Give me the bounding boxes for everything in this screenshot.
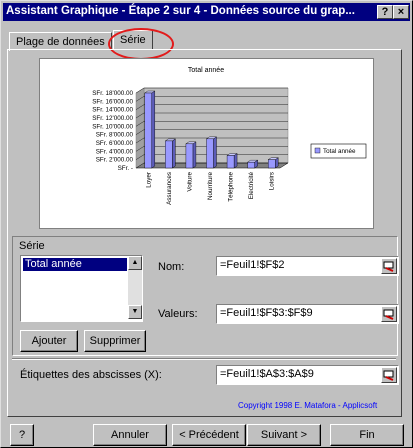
bar-side (192, 141, 197, 169)
y-tick-label: SFr. - (118, 165, 133, 172)
range-select-icon[interactable] (381, 367, 397, 383)
bar (226, 155, 235, 169)
bar (165, 140, 173, 169)
legend-label: Total année (323, 148, 356, 155)
values-label: Valeurs: (158, 308, 198, 320)
name-field[interactable]: =Feuil1!$F$2 (216, 256, 399, 276)
bar (206, 138, 214, 169)
x-tick-label: Electricité (248, 172, 255, 200)
bar (268, 159, 276, 169)
scroll-down-icon[interactable]: ▼ (128, 305, 142, 319)
x-tick-label: Loyer (145, 172, 152, 188)
remove-button[interactable]: Supprimer (84, 330, 146, 352)
values-field-value: =Feuil1!$F$3:$F$9 (220, 307, 313, 319)
range-select-icon[interactable] (381, 258, 397, 274)
categories-field-value: =Feuil1!$A$3:$A$9 (220, 368, 314, 380)
range-select-icon[interactable] (381, 306, 397, 322)
list-item[interactable]: Total année (23, 258, 127, 271)
cancel-button[interactable]: Annuler (93, 424, 167, 446)
y-tick-label: SFr. 4'000.00 (96, 148, 134, 155)
next-button[interactable]: Suivant > (247, 424, 321, 446)
bar (185, 143, 194, 169)
y-tick-label: SFr. 2'000.00 (96, 157, 134, 164)
title-bar[interactable]: Assistant Graphique - Étape 2 sur 4 - Do… (3, 3, 410, 21)
bar-side (213, 136, 217, 169)
y-tick-label: SFr. 6'000.00 (96, 140, 134, 147)
listbox-scrollbar[interactable]: ▲ ▼ (128, 256, 142, 319)
copyright-text: Copyright 1998 E. Matafora - Applicsoft (238, 401, 378, 410)
window-title: Assistant Graphique - Étape 2 sur 4 - Do… (6, 5, 355, 17)
x-tick-label: Nourriture (207, 172, 214, 200)
categories-label: Étiquettes des abscisses (X): (20, 369, 162, 381)
legend-swatch (314, 147, 321, 154)
x-tick-label: Assurances (166, 172, 173, 205)
separator (12, 358, 396, 360)
y-tick-label: SFr. 10'000.00 (92, 123, 133, 130)
y-tick-label: SFr. 18'000.00 (92, 90, 133, 97)
scroll-up-icon[interactable]: ▲ (128, 256, 142, 270)
chart-preview: Total année SFr. 18'000.00 SFr. 16'000.00 S… (39, 58, 374, 229)
finish-button[interactable]: Fin (330, 424, 404, 446)
chart-title: Total année (188, 67, 224, 74)
previous-button[interactable]: < Précédent (172, 424, 246, 446)
y-tick-label: SFr. 16'000.00 (92, 98, 133, 105)
add-button[interactable]: Ajouter (20, 330, 78, 352)
help-button[interactable]: ? (10, 424, 34, 446)
chart-svg: Total année SFr. 18'000.00SFr. 16'000.00 S… (92, 67, 367, 205)
bar-side (151, 90, 155, 169)
close-button[interactable]: × (393, 5, 409, 19)
name-label: Nom: (158, 261, 185, 273)
x-tick-label: Voiture (186, 172, 193, 192)
categories-field[interactable]: =Feuil1!$A$3:$A$9 (216, 365, 399, 385)
help-title-button[interactable]: ? (377, 5, 393, 19)
y-tick-label: SFr. 14'000.00 (92, 107, 133, 114)
x-tick-label: Téléphone (228, 172, 235, 202)
y-tick-label: SFr. 8'000.00 (96, 132, 134, 139)
bar (247, 161, 255, 169)
values-field[interactable]: =Feuil1!$F$3:$F$9 (216, 304, 399, 324)
bar-side (172, 138, 176, 169)
serie-group-label: Série (17, 240, 47, 252)
bar (144, 92, 152, 169)
bar-side (233, 153, 238, 169)
serie-listbox[interactable]: Total année ▲ ▼ (20, 255, 143, 322)
x-tick-label: Loisirs (269, 172, 276, 190)
y-tick-label: SFr. 12'000.00 (92, 115, 133, 122)
name-field-value: =Feuil1!$F$2 (220, 259, 285, 271)
chart-side-wall (135, 87, 145, 169)
